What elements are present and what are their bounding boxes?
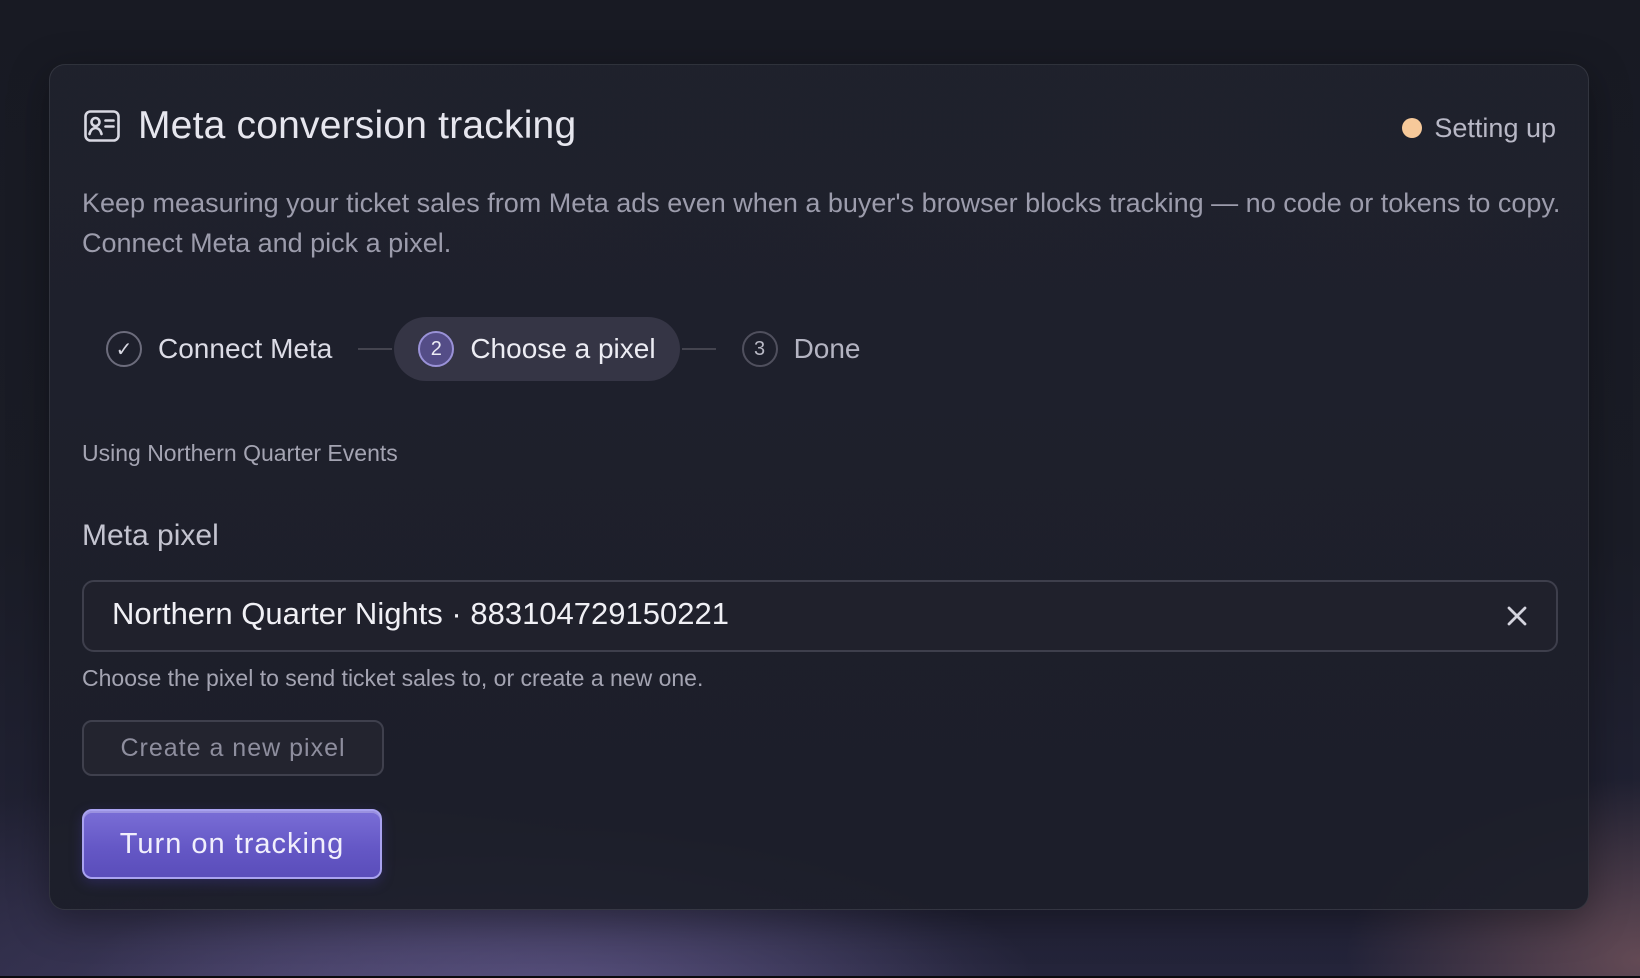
setup-stepper: ✓ Connect Meta 2 Choose a pixel 3 Done [82,317,885,381]
pixel-select-value: Northern Quarter Nights · 88310472915022… [112,596,729,631]
status-indicator: Setting up [1402,111,1556,145]
pixel-help-text: Choose the pixel to send ticket sales to… [82,665,704,691]
status-dot [1402,118,1423,138]
pixel-field-label: Meta pixel [82,519,219,552]
step-connector [681,348,716,350]
step-label: Done [793,333,861,364]
card-header: Meta conversion tracking Setting up [83,101,1556,151]
step-number: 2 [418,331,455,367]
tracking-card: Meta conversion tracking Setting up Keep… [49,64,1589,910]
page-title: Meta conversion tracking [138,104,577,147]
step-label: Connect Meta [158,333,333,364]
close-icon[interactable] [1502,601,1532,631]
step-number: 3 [741,331,778,367]
account-using-text: Using Northern Quarter Events [82,440,398,466]
pixel-select[interactable]: Northern Quarter Nights · 88310472915022… [82,580,1558,652]
step-choose-pixel[interactable]: 2 Choose a pixel [394,317,680,381]
description-text: Keep measuring your ticket sales from Me… [82,188,1561,258]
status-label: Setting up [1434,112,1556,143]
create-pixel-button[interactable]: Create a new pixel [82,720,384,776]
step-connect-meta[interactable]: ✓ Connect Meta [82,317,356,381]
step-done[interactable]: 3 Done [718,317,885,381]
turn-on-tracking-button[interactable]: Turn on tracking [82,809,382,879]
step-label: Choose a pixel [470,333,656,364]
step-connector [358,348,393,350]
check-icon: ✓ [106,331,142,367]
contact-card-icon [83,107,121,145]
